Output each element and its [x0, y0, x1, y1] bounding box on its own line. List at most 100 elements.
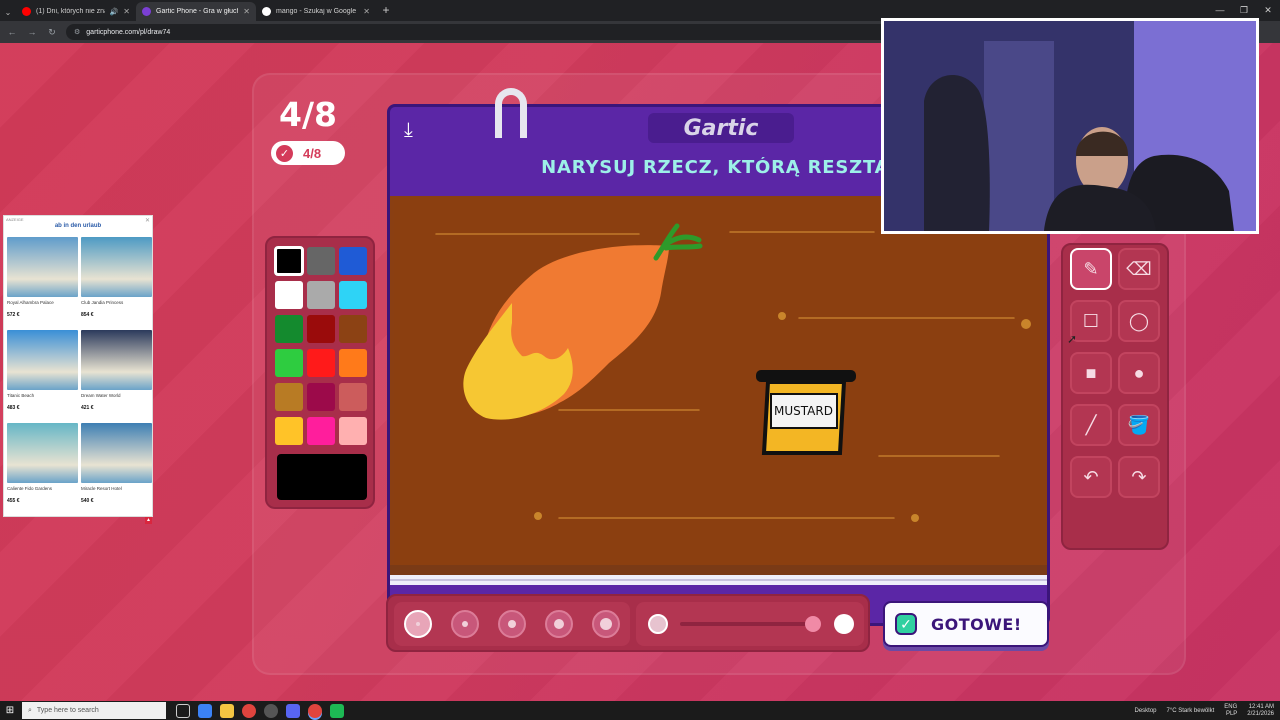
brush-dot-icon — [507, 620, 516, 628]
done-button[interactable]: ✓ GOTOWE! — [883, 601, 1049, 647]
ad-close-icon[interactable]: ✕ — [145, 217, 150, 224]
opacity-track[interactable] — [680, 622, 820, 626]
opacity-handle[interactable] — [805, 616, 821, 632]
color-swatch[interactable] — [339, 417, 367, 445]
eraser-icon: ⌫ — [1126, 258, 1152, 279]
rectangle-filled-icon: ■ — [1085, 362, 1097, 383]
brush-size-button[interactable] — [545, 610, 574, 638]
canvas-surface[interactable]: MUSTARD — [394, 198, 1043, 566]
drawing-canvas[interactable]: MUSTARD — [387, 196, 1050, 626]
color-swatch[interactable] — [339, 247, 367, 275]
color-swatch[interactable] — [307, 281, 335, 309]
chrome-active-icon[interactable] — [308, 703, 322, 718]
obs-icon[interactable] — [264, 703, 278, 718]
hotel-price: 455 € — [7, 498, 20, 504]
color-swatch[interactable] — [275, 349, 303, 377]
rectangle-filled-tool-button[interactable]: ■ — [1070, 352, 1112, 394]
color-swatch[interactable] — [339, 315, 367, 343]
clock[interactable]: 12:41 AM 2/21/2026 — [1247, 704, 1274, 718]
task-view-icon[interactable] — [176, 703, 190, 718]
ad-hotel-card[interactable]: Miracle Resort Hotel 540 € — [81, 423, 152, 513]
mouse-cursor-icon: ➚ — [1067, 332, 1078, 346]
color-swatch[interactable] — [275, 281, 303, 309]
minimize-icon[interactable]: — — [1208, 0, 1232, 20]
reload-icon[interactable]: ↻ — [46, 27, 58, 38]
ad-hotel-card[interactable]: Caliente Fido Gardens 455 € — [7, 423, 78, 513]
tab-youtube[interactable]: (1) Dni, których nie znamy 🔊 ✕ — [16, 2, 136, 21]
brush-size-button[interactable] — [403, 610, 432, 638]
hotel-name: Caliente Fido Gardens — [7, 486, 53, 491]
brush-size-button[interactable] — [450, 610, 479, 638]
color-swatch[interactable] — [275, 383, 303, 411]
ad-banner[interactable]: ANZEIGE ab in den urlaub ✕ Royal Alhambr… — [3, 215, 153, 517]
drawing-svg: MUSTARD — [435, 223, 1031, 522]
opacity-slider[interactable] — [636, 602, 864, 646]
chrome-icon[interactable] — [242, 703, 256, 718]
bucket-tool-button[interactable]: 🪣 — [1118, 404, 1160, 446]
tab-close-icon[interactable]: ✕ — [243, 7, 250, 16]
redo-tool-button[interactable]: ↷ — [1118, 456, 1160, 498]
app-icon[interactable] — [198, 703, 212, 718]
speaker-icon[interactable]: 🔊 — [110, 8, 119, 16]
back-icon[interactable]: ← — [6, 27, 18, 37]
ad-hotel-card[interactable]: Royal Alhambra Palace 572 € — [7, 237, 78, 327]
hotel-photo — [81, 330, 152, 390]
tab-google[interactable]: mango - Szukaj w Google ✕ — [256, 2, 376, 21]
color-swatch[interactable] — [307, 247, 335, 275]
eraser-tool-button[interactable]: ⌫ — [1118, 248, 1160, 290]
ad-hotel-card[interactable]: Club Jandia Princess 854 € — [81, 237, 152, 327]
app2-icon[interactable] — [330, 703, 344, 718]
color-swatch[interactable] — [275, 417, 303, 445]
mustard-label: MUSTARD — [774, 404, 833, 418]
ad-hotel-card[interactable]: Titanic Beach 483 € — [7, 330, 78, 420]
maximize-icon[interactable]: ❐ — [1232, 0, 1256, 20]
new-tab-button[interactable]: + — [376, 2, 396, 21]
color-swatch[interactable] — [275, 315, 303, 343]
close-window-icon[interactable]: ✕ — [1256, 0, 1280, 20]
brush-size-button[interactable] — [497, 610, 526, 638]
circle-filled-tool-button[interactable]: ● — [1118, 352, 1160, 394]
ad-badge: ANZEIGE — [6, 217, 24, 222]
windows-start-icon[interactable]: ⊞ — [0, 705, 20, 716]
color-swatch[interactable] — [307, 417, 335, 445]
url-field[interactable]: ⚙ garticphone.com/pl/draw74 — [66, 24, 906, 40]
circle-filled-icon: ● — [1133, 362, 1145, 383]
color-swatch[interactable] — [307, 383, 335, 411]
color-swatch[interactable] — [339, 349, 367, 377]
line-tool-button[interactable]: ╱ — [1070, 404, 1112, 446]
desktop-label[interactable]: Desktop — [1135, 708, 1157, 714]
brush-size-button[interactable] — [592, 610, 621, 638]
color-swatch[interactable] — [339, 281, 367, 309]
checkmark-icon: ✓ — [895, 613, 917, 635]
hotel-price: 540 € — [81, 498, 94, 504]
download-icon[interactable]: ⤓ — [404, 119, 413, 142]
discord-icon[interactable] — [286, 703, 300, 718]
tool-grid: ✎ ⌫ ☐ ◯ ■ ● ╱ 🪣 ↶ ↷ — [1070, 248, 1160, 498]
weather-text[interactable]: 7°C Stark bewölkt — [1167, 708, 1215, 714]
taskbar-search[interactable]: ⌕ Type here to search — [22, 702, 166, 719]
ad-hotel-card[interactable]: Dream Water World 421 € — [81, 330, 152, 420]
circle-outline-tool-button[interactable]: ◯ — [1118, 300, 1160, 342]
brush-dot-icon — [415, 622, 420, 626]
window-controls: — ❐ ✕ — [1208, 0, 1280, 20]
pen-tool-button[interactable]: ✎ — [1070, 248, 1112, 290]
brush-dot-icon — [600, 618, 613, 630]
tab-search-icon[interactable]: ⌄ — [0, 3, 16, 21]
undo-icon: ↶ — [1083, 466, 1099, 487]
forward-icon[interactable]: → — [26, 27, 38, 37]
tab-close-icon[interactable]: ✕ — [123, 7, 130, 16]
site-info-icon[interactable]: ⚙ — [74, 28, 80, 36]
tab-gartic[interactable]: Gartic Phone - Gra w głuchy te... ✕ — [136, 2, 256, 21]
tab-close-icon[interactable]: ✕ — [363, 7, 370, 16]
swatch-grid — [274, 246, 367, 445]
file-explorer-icon[interactable] — [220, 703, 234, 718]
color-swatch[interactable] — [307, 315, 335, 343]
color-swatch[interactable] — [274, 246, 304, 276]
color-swatch[interactable] — [307, 349, 335, 377]
color-swatch[interactable] — [339, 383, 367, 411]
brush-size-picker — [394, 602, 630, 646]
adchoices-icon[interactable]: ▲ — [145, 517, 152, 524]
language-indicator[interactable]: ENG PLP — [1224, 704, 1237, 718]
google-icon — [262, 7, 271, 16]
undo-tool-button[interactable]: ↶ — [1070, 456, 1112, 498]
